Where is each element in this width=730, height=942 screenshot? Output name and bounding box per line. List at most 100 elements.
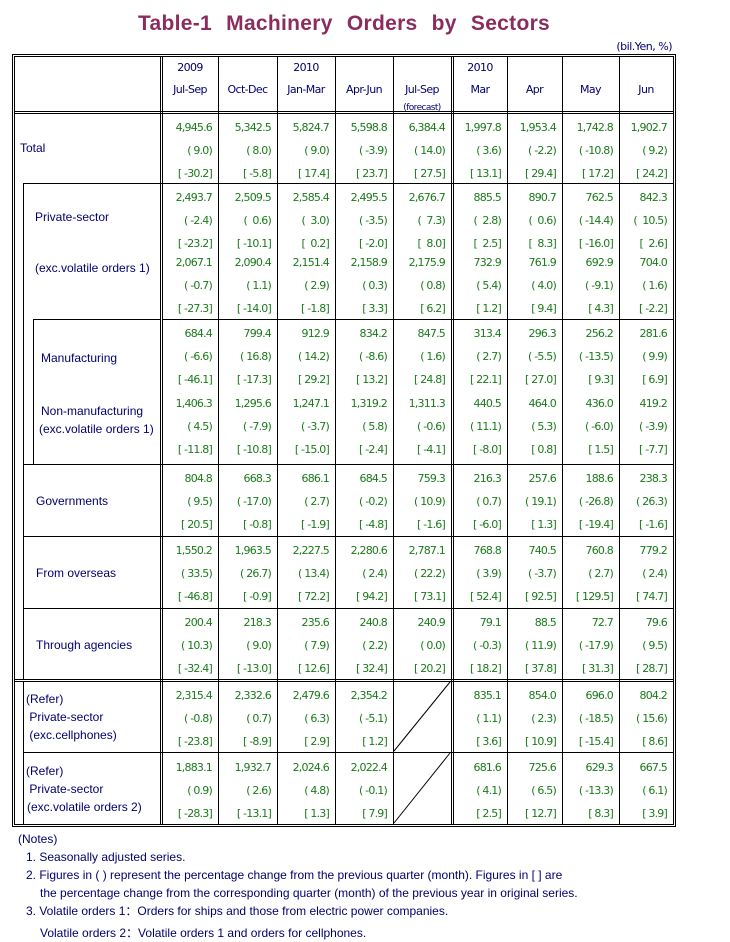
- order-value: 238.3: [639, 472, 668, 485]
- change-prev-period: ( -3.9): [639, 420, 668, 433]
- change-prev-year: [ -4.8]: [359, 518, 388, 531]
- change-prev-period: ( 10.3): [181, 639, 213, 652]
- data-cell: 1,902.7 ( 9.2) [ 24.2]: [619, 116, 668, 185]
- data-cell: 804.8 ( 9.5) [ 20.5]: [162, 467, 213, 536]
- row-label-from-overseas: From overseas: [36, 564, 116, 582]
- column-header-period: Mar: [470, 83, 491, 96]
- data-cell: 218.3 ( 9.0) [ -13.0]: [218, 611, 272, 680]
- data-cell: 1,311.3 ( -0.6) [ -4.1]: [393, 392, 446, 461]
- data-cell: 629.3 ( -13.3) [ 8.3]: [562, 756, 614, 825]
- change-prev-year: [ 24.8]: [414, 373, 446, 386]
- change-prev-year: [ 22.1]: [470, 373, 502, 386]
- order-value: 725.6: [528, 761, 557, 774]
- order-value: 2,676.7: [408, 191, 446, 204]
- change-prev-year: [ -14.0]: [236, 302, 272, 315]
- order-value: 2,509.5: [234, 191, 272, 204]
- change-prev-year: [ -27.3]: [177, 302, 213, 315]
- data-cell: 681.6 ( 4.1) [ 2.5]: [453, 756, 502, 825]
- data-cell: 799.4 ( 16.8) [ -17.3]: [218, 322, 272, 391]
- order-value: 257.6: [528, 472, 557, 485]
- change-prev-period: ( 4.0): [531, 279, 557, 292]
- order-value: 1,742.8: [576, 121, 614, 134]
- row-label-total: Total: [20, 139, 45, 157]
- note-3: 3. Volatile orders 1：Orders for ships an…: [26, 904, 449, 918]
- change-prev-year: [ -46.1]: [177, 373, 213, 386]
- order-value: 296.3: [528, 327, 557, 340]
- data-cell: 2,479.6 ( 6.3) [ 2.9]: [277, 684, 330, 753]
- order-value: 200.4: [184, 616, 213, 629]
- order-value: 704.0: [639, 256, 668, 269]
- data-cell: 2,332.6 ( 0.7) [ -8.9]: [218, 684, 272, 753]
- column-header-quarter: 2010 Jan-Mar: [277, 57, 335, 101]
- data-cell: 2,175.9 ( 0.8) [ 6.2]: [393, 251, 446, 320]
- change-prev-period: ( -17.0): [236, 495, 272, 508]
- data-cell: 1,247.1 ( -3.7) [ -15.0]: [277, 392, 330, 461]
- change-prev-year: [ 23.7]: [356, 167, 388, 180]
- order-value: 629.3: [585, 761, 614, 774]
- change-prev-period: ( -0.3): [473, 639, 502, 652]
- data-cell: 216.3 ( 0.7) [ -6.0]: [453, 467, 502, 536]
- order-value: 2,158.9: [350, 256, 388, 269]
- change-prev-year: [ 13.1]: [470, 167, 502, 180]
- data-cell: 761.9 ( 4.0) [ 9.4]: [507, 251, 557, 320]
- change-prev-year: [ 6.2]: [420, 302, 446, 315]
- change-prev-year: [ 29.4]: [525, 167, 557, 180]
- change-prev-period: ( -3.5): [359, 214, 388, 227]
- change-prev-year: [ 74.7]: [636, 590, 668, 603]
- change-prev-period: ( 2.4): [642, 567, 668, 580]
- data-cell: 1,742.8 ( -10.8) [ 17.2]: [562, 116, 614, 185]
- order-value: 2,479.6: [292, 689, 330, 702]
- row-label-through-agencies: Through agencies: [36, 636, 132, 654]
- units-label: (bil.Yen, %): [616, 40, 672, 53]
- data-cell: 2,315.4 ( -0.8) [ -23.8]: [162, 684, 213, 753]
- change-prev-period: ( -13.5): [578, 350, 614, 363]
- row-label-line: (Refer): [26, 692, 64, 706]
- row-label-line: (exc.volatile orders 2): [27, 800, 142, 814]
- data-cell: 667.5 ( 6.1) [ 3.9]: [619, 756, 668, 825]
- data-cell: 668.3 ( -17.0) [ -0.8]: [218, 467, 272, 536]
- order-value: 854.0: [528, 689, 557, 702]
- order-value: 847.5: [417, 327, 446, 340]
- change-prev-year: [ -2.2]: [639, 302, 668, 315]
- order-value: 5,598.8: [350, 121, 388, 134]
- order-value: 667.5: [639, 761, 668, 774]
- note-2: 2. Figures in ( ) represent the percenta…: [26, 868, 563, 882]
- change-prev-period: ( -0.1): [359, 784, 388, 797]
- change-prev-year: [ 27.0]: [525, 373, 557, 386]
- change-prev-period: ( 3.6): [476, 144, 502, 157]
- change-prev-year: [ 12.7]: [525, 807, 557, 820]
- change-prev-period: ( 2.7): [588, 567, 614, 580]
- change-prev-period: ( -3.9): [359, 144, 388, 157]
- data-cell: 684.4 ( -6.6) [ -46.1]: [162, 322, 213, 391]
- order-value: 885.5: [473, 191, 502, 204]
- change-prev-period: ( -2.4): [184, 214, 213, 227]
- change-prev-year: [ -2.4]: [359, 443, 388, 456]
- order-value: 2,493.7: [175, 191, 213, 204]
- change-prev-year: [ 3.6]: [476, 735, 502, 748]
- change-prev-period: ( -2.2): [528, 144, 557, 157]
- data-cell: 834.2 ( -8.6) [ 13.2]: [335, 322, 388, 391]
- data-cell: 2,158.9 ( 0.3) [ 3.3]: [335, 251, 388, 320]
- change-prev-year: [ 9.4]: [531, 302, 557, 315]
- data-cell: 188.6 ( -26.8) [ -19.4]: [562, 467, 614, 536]
- section-divider: [14, 681, 674, 682]
- change-prev-period: ( -3.7): [528, 567, 557, 580]
- change-prev-year: [ 7.9]: [362, 807, 388, 820]
- change-prev-year: [ -6.0]: [473, 518, 502, 531]
- data-cell: 72.7 ( -17.9) [ 31.3]: [562, 611, 614, 680]
- change-prev-year: [ 18.2]: [470, 662, 502, 675]
- data-cell: 760.8 ( 2.7) [ 129.5]: [562, 539, 614, 608]
- data-cell: 2,787.1 ( 22.2) [ 73.1]: [393, 539, 446, 608]
- change-prev-year: [ 28.7]: [636, 662, 668, 675]
- order-value: 2,315.4: [175, 689, 213, 702]
- row-label-non-manufacturing: Non-manufacturing (exc.volatile orders 1): [39, 402, 154, 438]
- data-cell: 238.3 ( 26.3) [ -1.6]: [619, 467, 668, 536]
- row-label-line: (Refer): [26, 764, 64, 778]
- change-prev-period: ( 7.9): [304, 639, 330, 652]
- row-label-line: (exc.cellphones): [26, 728, 117, 742]
- change-prev-period: ( 13.4): [298, 567, 330, 580]
- notes-heading: (Notes): [18, 832, 58, 846]
- change-prev-period: ( 9.0): [187, 144, 213, 157]
- data-cell: 2,493.7( -2.4)[ -23.2]: [162, 186, 213, 255]
- data-cell: 1,953.4 ( -2.2) [ 29.4]: [507, 116, 557, 185]
